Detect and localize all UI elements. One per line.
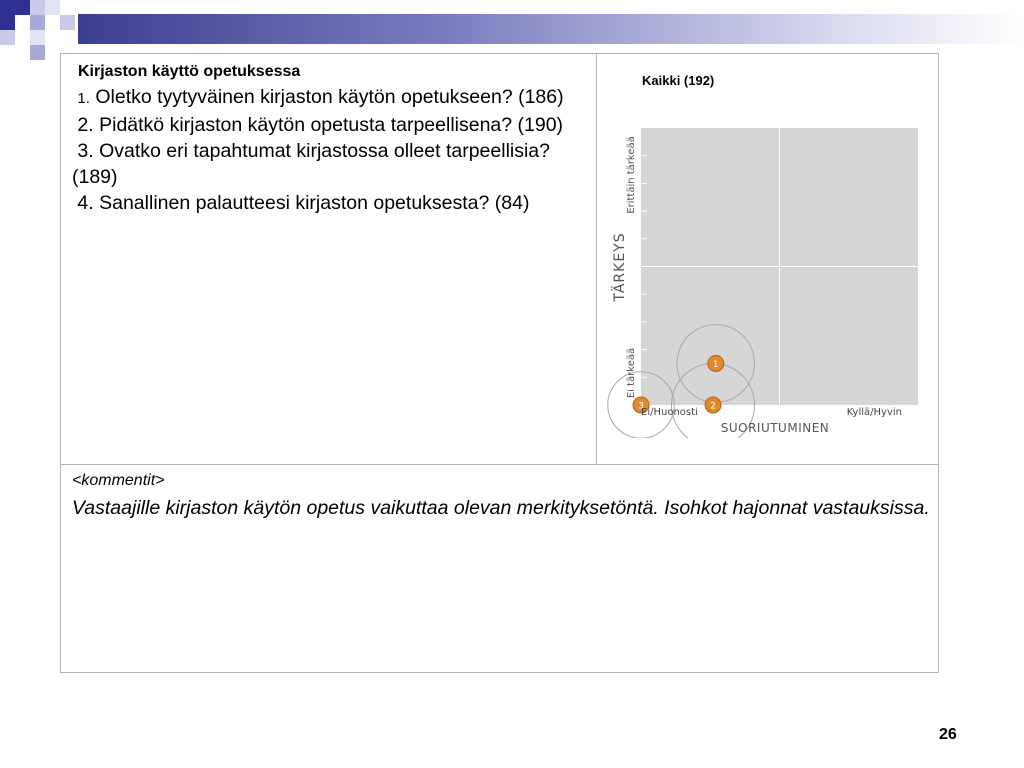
question-item: 1. Oletko tyytyväinen kirjaston käytön o… [77, 86, 564, 108]
questions-list: 1. Oletko tyytyväinen kirjaston käytön o… [72, 84, 592, 216]
x-high-label: Kyllä/Hyvin [847, 407, 902, 418]
comment-text: Vastaajille kirjaston käytön opetus vaik… [72, 497, 930, 519]
chart-title: Kaikki (192) [642, 73, 715, 88]
y-low-label: Ei tärkeää [626, 348, 637, 398]
question-item: 2. Pidätkö kirjaston käytön opetusta tar… [77, 114, 564, 136]
table-divider-horizontal [61, 464, 938, 465]
question-item: 3. Ovatko eri tapahtumat kirjastossa oll… [72, 140, 550, 188]
x-axis-label: SUORIUTUMINEN [721, 421, 830, 435]
title-bar [78, 14, 1024, 44]
table-divider-vertical [596, 54, 597, 464]
y-high-label: Erittäin tärkeää [626, 136, 637, 213]
y-axis-label: TÄRKEYS [610, 232, 628, 302]
comment-heading: <kommentit> [72, 472, 165, 489]
question-item: 4. Sanallinen palautteesi kirjaston opet… [77, 192, 530, 214]
data-point-label: 2 [710, 402, 716, 412]
importance-performance-chart: 123 TÄRKEYS Erittäin tärkeää Ei tärkeää … [607, 128, 918, 438]
page-number: 26 [939, 726, 957, 743]
questions-title: Kirjaston käyttö opetuksessa [78, 63, 301, 80]
x-low-label: Ei/Huonosti [641, 407, 698, 418]
data-point-label: 1 [713, 360, 719, 370]
